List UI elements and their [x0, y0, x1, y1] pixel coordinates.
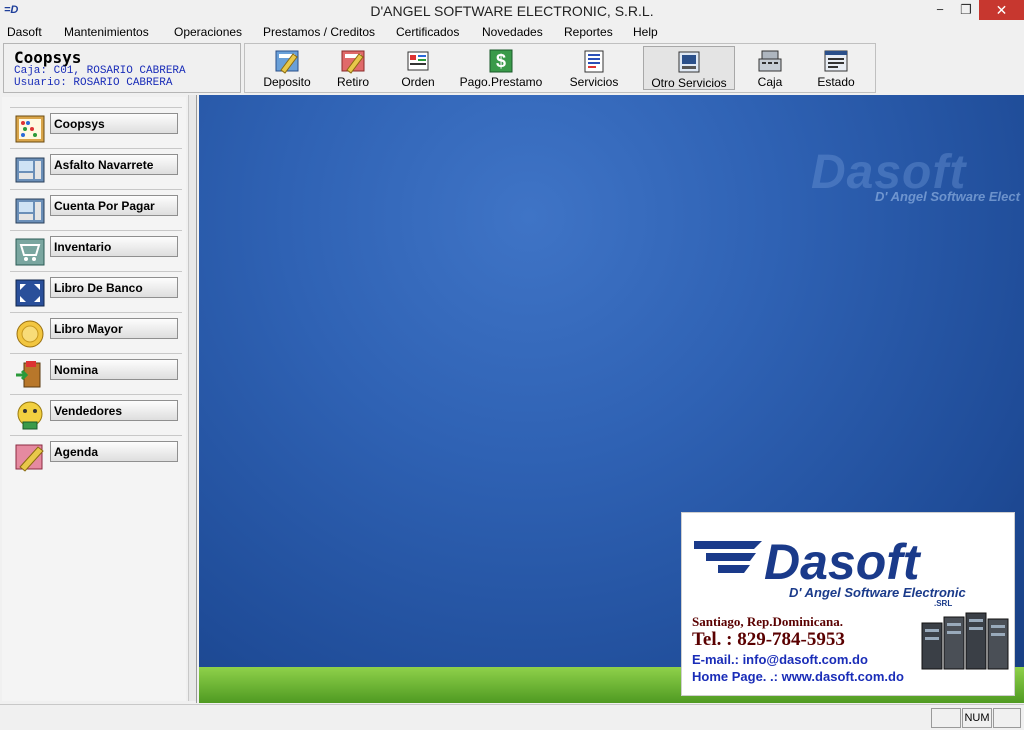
menu-dasoft[interactable]: Dasoft: [7, 25, 42, 39]
servers-icon: [921, 612, 1009, 670]
sidebar-button-nomina[interactable]: Nomina: [50, 359, 178, 380]
menu-bar: Dasoft Mantenimientos Operaciones Presta…: [0, 22, 1024, 42]
sidebar-button-inventario[interactable]: Inventario: [50, 236, 178, 257]
sidebar-button-agenda[interactable]: Agenda: [50, 441, 178, 462]
exit-door-icon: [16, 361, 41, 388]
menu-prestamos-creditos[interactable]: Prestamos / Creditos: [263, 25, 375, 39]
menu-novedades[interactable]: Novedades: [482, 25, 543, 39]
calculator-icon: [15, 198, 45, 224]
coins-icon: [16, 320, 44, 348]
menu-operaciones[interactable]: Operaciones: [174, 25, 242, 39]
status-bar: NUM: [0, 704, 1024, 730]
pago-prestamo-label: Pago.Prestamo: [459, 75, 543, 89]
dasoft-logo: Dasoft: [694, 535, 922, 587]
pencil-note-icon: [15, 444, 44, 472]
window-title: D'ANGEL SOFTWARE ELECTRONIC, S.R.L.: [370, 3, 654, 19]
sidebar-button-cuenta-por-pagar[interactable]: Cuenta Por Pagar: [50, 195, 178, 216]
sidebar-item-inventario[interactable]: Inventario: [10, 230, 182, 270]
services-icon: [584, 50, 604, 73]
company-phone: Tel. : 829-784-5953: [692, 629, 845, 650]
estado-label: Estado: [817, 75, 855, 89]
otro-servicios-button[interactable]: Otro Servicios: [643, 46, 735, 90]
status-panel-num: NUM: [962, 708, 992, 728]
sidebar-item-asfalto-navarrete[interactable]: Asfalto Navarrete: [10, 148, 182, 188]
orden-label: Orden: [401, 75, 435, 89]
deposit-icon: [275, 50, 299, 74]
status-panel-scroll: [993, 708, 1021, 728]
loan-payment-icon: $: [489, 49, 513, 73]
user-info: Usuario: ROSARIO CABRERA: [14, 77, 173, 89]
company-info-card: Dasoft D' Angel Software Electronic .SRL…: [681, 512, 1015, 696]
pago-prestamo-button[interactable]: $ Pago.Prestamo: [453, 46, 549, 90]
restore-button[interactable]: ❐: [952, 0, 980, 20]
svg-text:$: $: [496, 51, 506, 71]
expand-arrows-icon: [15, 279, 45, 307]
sidebar-button-libro-de-banco[interactable]: Libro De Banco: [50, 277, 178, 298]
sidebar-scrollbar[interactable]: [188, 95, 196, 701]
toolbar: Deposito Retiro Orden $ Pago.Prestamo Se…: [244, 43, 876, 93]
caja-label: Caja: [757, 75, 783, 89]
title-bar[interactable]: =D D'ANGEL SOFTWARE ELECTRONIC, S.R.L. −…: [0, 0, 1024, 22]
menu-mantenimientos[interactable]: Mantenimientos: [64, 25, 149, 39]
estado-button[interactable]: Estado: [807, 46, 865, 90]
sidebar-button-coopsys[interactable]: Coopsys: [50, 113, 178, 134]
dasoft-logo-text: Dasoft: [764, 535, 922, 587]
deposito-button[interactable]: Deposito: [257, 46, 317, 90]
status-panel-caps: [931, 708, 961, 728]
other-services-icon: [678, 51, 700, 73]
calculator-icon: [15, 157, 45, 183]
sidebar-button-libro-mayor[interactable]: Libro Mayor: [50, 318, 178, 339]
sidebar-item-libro-mayor[interactable]: Libro Mayor: [10, 312, 182, 352]
brand-tagline: D' Angel Software Electronic: [789, 585, 966, 600]
brand-srl: .SRL: [934, 599, 953, 608]
minimize-button[interactable]: −: [926, 0, 954, 20]
close-button[interactable]: ✕: [979, 0, 1024, 20]
caja-button[interactable]: Caja: [745, 46, 795, 90]
sidebar-item-vendedores[interactable]: Vendedores: [10, 394, 182, 434]
otro-servicios-label: Otro Servicios: [651, 76, 727, 90]
company-homepage: Home Page. .: www.dasoft.com.do: [692, 669, 904, 684]
sidebar-item-cuenta-por-pagar[interactable]: Cuenta Por Pagar: [10, 189, 182, 229]
main-window: =D D'ANGEL SOFTWARE ELECTRONIC, S.R.L. −…: [0, 0, 1024, 730]
sidebar-item-agenda[interactable]: Agenda: [10, 435, 182, 475]
menu-reportes[interactable]: Reportes: [564, 25, 613, 39]
modules-list: Coopsys Asfalto Navarrete Cuenta Por Pag…: [2, 97, 186, 701]
cash-register-info: Caja: C01, ROSARIO CABRERA: [14, 65, 186, 77]
order-icon: [407, 51, 429, 71]
statement-icon: [824, 50, 848, 72]
deposito-label: Deposito: [263, 75, 311, 89]
servicios-button[interactable]: Servicios: [563, 46, 625, 90]
orden-button[interactable]: Orden: [393, 46, 443, 90]
menu-help[interactable]: Help: [633, 25, 658, 39]
sidebar-button-asfalto-navarrete[interactable]: Asfalto Navarrete: [50, 154, 178, 175]
retiro-button[interactable]: Retiro: [325, 46, 381, 90]
session-info-panel: Coopsys Caja: C01, ROSARIO CABRERA Usuar…: [3, 43, 241, 93]
sidebar-item-coopsys[interactable]: Coopsys: [10, 107, 182, 147]
cash-register-icon: [758, 50, 782, 72]
withdraw-icon: [341, 50, 365, 74]
sidebar-item-nomina[interactable]: Nomina: [10, 353, 182, 393]
sidebar-item-libro-de-banco[interactable]: Libro De Banco: [10, 271, 182, 311]
retiro-label: Retiro: [336, 75, 369, 89]
company-email: E-mail.: info@dasoft.com.do: [692, 652, 868, 667]
company-location: Santiago, Rep.Dominicana.: [692, 614, 843, 629]
sidebar-button-vendedores[interactable]: Vendedores: [50, 400, 178, 421]
modules-sidebar: Coopsys Asfalto Navarrete Cuenta Por Pag…: [0, 95, 197, 703]
servicios-label: Servicios: [569, 75, 619, 89]
menu-certificados[interactable]: Certificados: [396, 25, 459, 39]
smiley-money-icon: [17, 401, 43, 430]
cart-icon: [15, 238, 45, 266]
abacus-icon: [15, 115, 45, 143]
watermark-tagline: D' Angel Software Elect: [875, 189, 1020, 204]
